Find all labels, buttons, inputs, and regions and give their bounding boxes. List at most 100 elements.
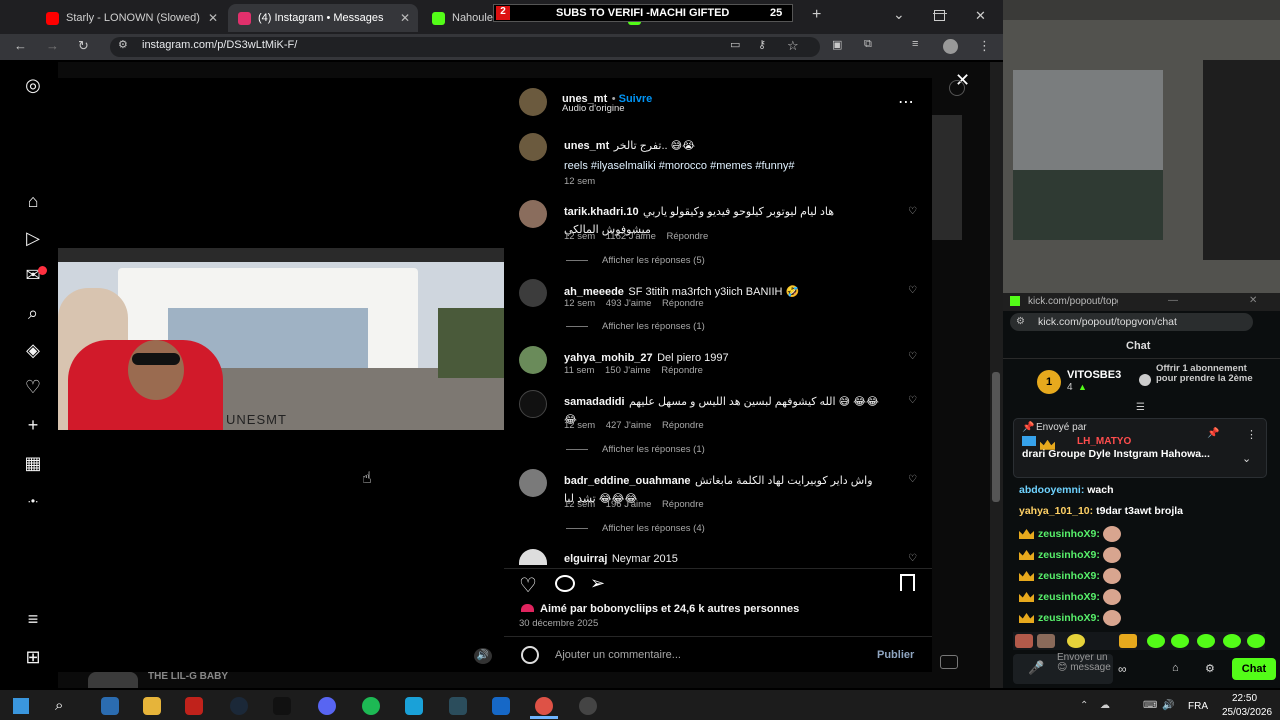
reply-button[interactable]: Répondre xyxy=(667,231,709,242)
clock-time[interactable]: 22:50 xyxy=(1232,693,1257,704)
tab-instagram[interactable]: (4) Instagram • Messages ✕ xyxy=(228,4,418,32)
caption-avatar[interactable] xyxy=(519,133,547,161)
chat-username[interactable]: abdooyemni: xyxy=(1019,484,1084,496)
app-icon[interactable] xyxy=(449,697,467,715)
liked-by[interactable]: Aimé par bobonycliips et 24,6 k autres p… xyxy=(540,603,799,615)
view-replies[interactable]: Afficher les réponses (1) xyxy=(566,444,705,455)
comment-avatar[interactable] xyxy=(519,390,547,418)
emote-icon[interactable] xyxy=(1015,634,1033,648)
comment-likes[interactable]: 427 J'aime xyxy=(606,420,652,431)
create-icon[interactable]: + xyxy=(22,414,44,436)
network-icon[interactable]: ⌨ xyxy=(1143,700,1157,711)
unpin-icon[interactable]: 📌 xyxy=(1207,428,1219,439)
gift-offer[interactable]: Offrir 1 abonnement pour prendre la 2ème xyxy=(1156,364,1256,384)
more-options-icon[interactable]: ⋯ xyxy=(898,92,914,112)
emote-icon[interactable] xyxy=(1067,634,1085,648)
chat-username[interactable]: zeusinhoX9: xyxy=(1038,528,1100,540)
publish-button[interactable]: Publier xyxy=(877,649,914,661)
app-icon[interactable] xyxy=(101,697,119,715)
mic-icon[interactable]: 🎤 xyxy=(1028,660,1044,676)
tray-chevron-icon[interactable]: ⌃ xyxy=(1080,700,1088,711)
reply-button[interactable]: Répondre xyxy=(662,298,704,309)
comment-likes[interactable]: 150 J'aime xyxy=(605,365,651,376)
pinned-user[interactable]: LH_MATYO xyxy=(1077,436,1131,447)
chat-input-placeholder[interactable]: Envoyer un 😊 message xyxy=(1057,653,1113,673)
site-info-icon[interactable]: ⚙ xyxy=(1016,316,1025,327)
steam-icon[interactable] xyxy=(230,697,248,715)
emote-icon[interactable] xyxy=(1171,634,1189,648)
send-chat-button[interactable]: Chat xyxy=(1232,658,1276,680)
emote-icon[interactable] xyxy=(1147,634,1165,648)
comment-username[interactable]: yahya_mohib_27 xyxy=(564,352,653,364)
obs-icon[interactable] xyxy=(579,697,597,715)
chat-username[interactable]: zeusinhoX9: xyxy=(1038,570,1100,582)
chat-username[interactable]: zeusinhoX9: xyxy=(1038,591,1100,603)
close-icon[interactable]: ✕ xyxy=(208,4,218,32)
like-icon[interactable]: ♡ xyxy=(519,573,537,598)
emote-icon[interactable] xyxy=(1247,634,1265,648)
settings-gear-icon[interactable]: ⚙ xyxy=(1205,662,1215,675)
app-icon[interactable] xyxy=(273,697,291,715)
search-icon[interactable]: ⌕ xyxy=(22,302,44,324)
instagram-logo-icon[interactable]: ◎ xyxy=(22,74,44,96)
mute-icon[interactable]: 🔊 xyxy=(474,648,492,664)
profile-avatar[interactable] xyxy=(943,39,958,54)
caption-hashtags[interactable]: reels #ilyaselmaliki #morocco #memes #fu… xyxy=(564,160,794,172)
comment-username[interactable]: tarik.khadri.10 xyxy=(564,206,639,218)
comment-like-icon[interactable]: ♡ xyxy=(908,206,917,217)
menu-icon[interactable]: ⋮ xyxy=(978,38,991,54)
file-explorer-icon[interactable] xyxy=(143,697,161,715)
share-icon[interactable]: ➢ xyxy=(590,573,605,594)
forward-icon[interactable]: → xyxy=(46,38,59,53)
close-icon[interactable]: ✕ xyxy=(400,4,410,32)
top-gifter-name[interactable]: VITOSBE3 xyxy=(1067,369,1121,381)
new-tab-button[interactable]: + xyxy=(812,6,821,24)
comment-like-icon[interactable]: ♡ xyxy=(908,395,917,406)
language-indicator[interactable]: FRA xyxy=(1188,701,1208,712)
dashboard-icon[interactable]: ▦ xyxy=(22,452,44,474)
comment-like-icon[interactable]: ♡ xyxy=(908,553,917,564)
extensions-icon[interactable]: ⧉ xyxy=(864,38,872,51)
pinned-more-icon[interactable]: ⋮ xyxy=(1246,428,1257,441)
caption-username[interactable]: unes_mt xyxy=(564,140,609,152)
author-avatar[interactable] xyxy=(519,88,547,116)
popup-minimize[interactable]: — xyxy=(1168,295,1178,306)
spotify-icon[interactable] xyxy=(362,697,380,715)
url-text[interactable]: instagram.com/p/DS3wLtMiK-F/ xyxy=(142,39,297,51)
media-icon[interactable]: ≡ xyxy=(912,38,918,50)
chat-username[interactable]: yahya_101_10: xyxy=(1019,505,1093,517)
reply-button[interactable]: Répondre xyxy=(661,365,703,376)
view-replies[interactable]: Afficher les réponses (4) xyxy=(566,523,705,534)
emote-icon[interactable] xyxy=(1197,634,1215,648)
maximize-button[interactable] xyxy=(934,10,945,21)
popup-url[interactable]: kick.com/popout/topgvon/chat xyxy=(1038,316,1177,328)
tray-icon[interactable]: ☁ xyxy=(1100,700,1110,711)
comment-avatar[interactable] xyxy=(519,200,547,228)
volume-icon[interactable]: 🔊 xyxy=(1162,700,1174,711)
collapse-icon[interactable]: ☰ xyxy=(1136,402,1145,413)
comment-likes[interactable]: 493 J'aime xyxy=(606,298,652,309)
screenshot-icon[interactable]: ▣ xyxy=(832,38,842,51)
password-icon[interactable]: ⚷ xyxy=(758,38,766,51)
comment-likes[interactable]: 196 J'aime xyxy=(606,499,652,510)
comment-like-icon[interactable]: ♡ xyxy=(908,285,917,296)
reply-button[interactable]: Répondre xyxy=(662,499,704,510)
comment-like-icon[interactable]: ♡ xyxy=(908,474,917,485)
clock-date[interactable]: 25/03/2026 xyxy=(1222,707,1272,718)
voicemeeter-icon[interactable] xyxy=(185,697,203,715)
comment-username[interactable]: elguirraj xyxy=(564,553,607,565)
chrome-icon[interactable] xyxy=(535,697,553,715)
home-icon[interactable]: ⌂ xyxy=(22,190,44,212)
app-icon[interactable] xyxy=(405,697,423,715)
chat-username[interactable]: zeusinhoX9: xyxy=(1038,549,1100,561)
bookmark-star-icon[interactable]: ☆ xyxy=(787,38,799,54)
store-icon[interactable]: ⌂ xyxy=(1172,662,1179,674)
comment-username[interactable]: samadadidi xyxy=(564,396,625,408)
audio-label[interactable]: Audio d'origine xyxy=(562,103,625,114)
view-replies[interactable]: Afficher les réponses (1) xyxy=(566,321,705,332)
more-menu-icon[interactable]: ≡ xyxy=(22,608,44,630)
tab-youtube[interactable]: Starly - LONOWN (Slowed) ✕ xyxy=(36,4,226,32)
app-icon[interactable] xyxy=(492,697,510,715)
scrollbar-thumb[interactable] xyxy=(932,115,962,240)
explore-icon[interactable]: ◈ xyxy=(22,339,44,361)
